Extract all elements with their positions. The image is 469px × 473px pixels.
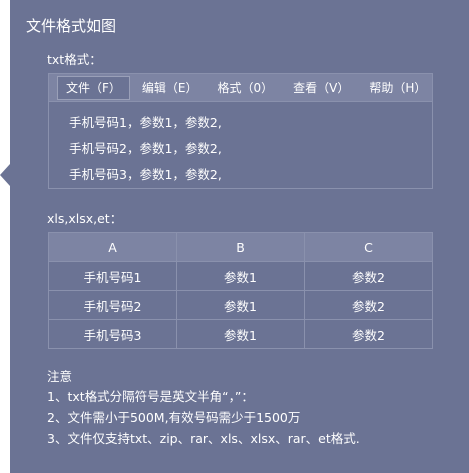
menu-bar: 文件（F） 编辑（E） 格式（0） 查看（V） 帮助（H）: [49, 74, 432, 102]
tooltip-arrow: [0, 164, 10, 186]
column-header-b: B: [176, 232, 305, 262]
txt-format-label: txt格式：: [47, 52, 102, 67]
xls-format-label: xls,xlsx,et：: [47, 211, 123, 226]
txt-line: 手机号码2，参数1，参数2,: [69, 141, 222, 156]
table-row: 手机号码1 参数1 参数2: [48, 261, 433, 291]
notes-title: 注意: [47, 369, 73, 384]
txt-line: 手机号码3，参数1，参数2,: [69, 167, 222, 182]
table-row: 手机号码2 参数1 参数2: [48, 290, 433, 320]
table-cell: 参数1: [176, 319, 305, 349]
notes-section: 注意 1、txt格式分隔符号是英文半角“，”： 2、文件需小于500M,有效号码…: [47, 368, 360, 449]
note-item: 2、文件需小于500M,有效号码需少于1500万: [47, 410, 301, 425]
table-cell: 参数1: [176, 261, 305, 291]
column-header-c: C: [304, 232, 433, 262]
table-cell: 参数1: [176, 290, 305, 320]
note-item: 1、txt格式分隔符号是英文半角“，”：: [47, 389, 254, 404]
menu-format: 格式（0）: [217, 80, 274, 95]
file-format-tooltip: 文件格式如图 txt格式： 文件（F） 编辑（E） 格式（0） 查看（V） 帮助…: [10, 0, 469, 473]
table-cell: 手机号码2: [48, 290, 177, 320]
table-cell: 参数2: [304, 319, 433, 349]
menu-edit: 编辑（E）: [141, 80, 198, 95]
menu-view: 查看（V）: [293, 80, 350, 95]
table-header-row: A B C: [48, 232, 433, 262]
tooltip-title: 文件格式如图: [26, 17, 117, 35]
menu-help: 帮助（H）: [369, 80, 427, 95]
xls-example-table: A B C 手机号码1 参数1 参数2 手机号码2 参数1 参数2 手机号码3 …: [48, 232, 433, 349]
txt-content: 手机号码1，参数1，参数2, 手机号码2，参数1，参数2, 手机号码3，参数1，…: [49, 102, 432, 188]
txt-line: 手机号码1，参数1，参数2,: [69, 115, 222, 130]
txt-example-window: 文件（F） 编辑（E） 格式（0） 查看（V） 帮助（H） 手机号码1，参数1，…: [48, 73, 433, 189]
table-cell: 手机号码3: [48, 319, 177, 349]
note-item: 3、文件仅支持txt、zip、rar、xls、xlsx、rar、et格式.: [47, 431, 360, 446]
table-cell: 手机号码1: [48, 261, 177, 291]
table-row: 手机号码3 参数1 参数2: [48, 319, 433, 349]
table-cell: 参数2: [304, 261, 433, 291]
column-header-a: A: [48, 232, 177, 262]
table-cell: 参数2: [304, 290, 433, 320]
menu-file: 文件（F）: [57, 75, 130, 100]
